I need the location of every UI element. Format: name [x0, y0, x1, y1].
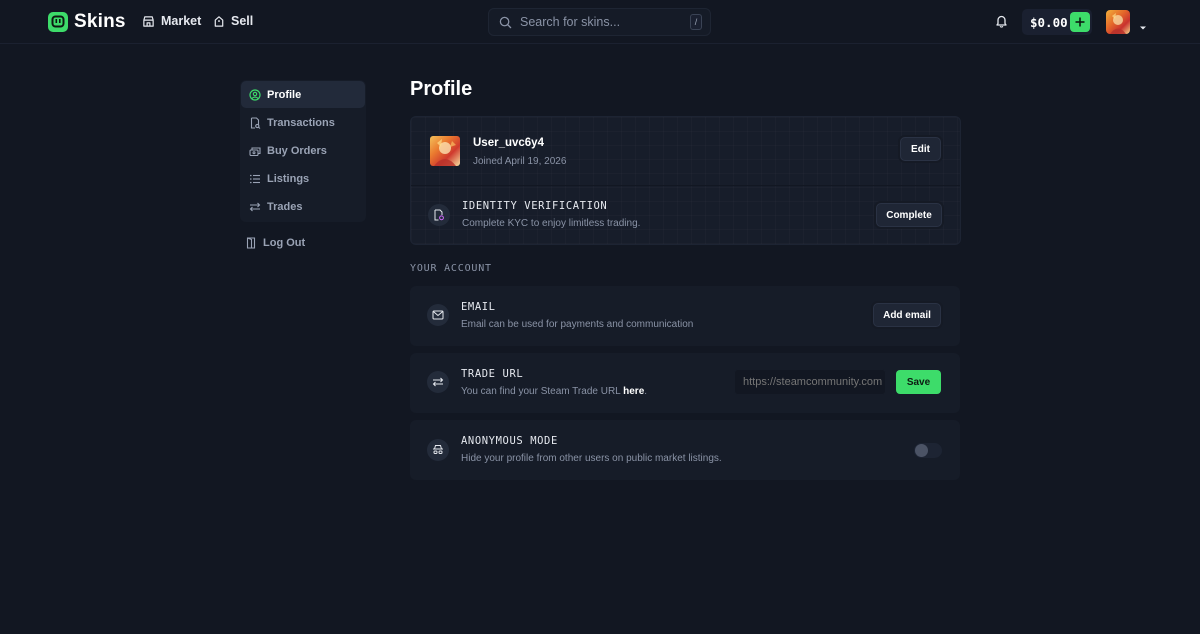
profile-avatar: [430, 136, 460, 166]
door-icon: [246, 237, 256, 249]
balance-amount: $0.00: [1030, 14, 1068, 30]
logout-label: Log Out: [263, 237, 306, 249]
joined-date: Joined April 19, 2026: [473, 156, 567, 167]
cash-icon: [249, 146, 261, 156]
trade-url-desc: You can find your Steam Trade URL here.: [461, 386, 648, 397]
toggle-knob: [915, 444, 928, 457]
identity-verification-desc: Complete KYC to enjoy limitless trading.: [462, 218, 641, 229]
username: User_uvc6y4: [473, 137, 544, 149]
list-icon: [250, 174, 260, 183]
receipt-icon: [250, 116, 261, 129]
page-title: Profile: [410, 78, 473, 100]
trade-url-title: TRADE URL: [461, 368, 524, 380]
sidebar-item-transactions[interactable]: Transactions: [241, 109, 365, 136]
add-funds-button[interactable]: [1070, 12, 1090, 32]
email-desc: Email can be used for payments and commu…: [461, 319, 694, 330]
sidebar-item-trades[interactable]: Trades: [241, 193, 365, 220]
email-title: EMAIL: [461, 301, 496, 313]
nav-sell-label: Sell: [231, 14, 254, 28]
logo-text: Skins: [74, 11, 126, 32]
anonymous-mode-desc: Hide your profile from other users on pu…: [461, 453, 722, 464]
save-trade-url-button[interactable]: Save: [896, 370, 941, 394]
settings-sidebar: Profile Transactions Buy Orders Listings…: [240, 80, 366, 222]
top-navigation-bar: Skins Market Sell / $0.00: [0, 0, 1200, 44]
sidebar-item-label: Listings: [267, 172, 310, 185]
sidebar-item-profile[interactable]: Profile: [241, 81, 365, 108]
logo[interactable]: Skins: [48, 11, 126, 33]
account-menu-chevron-icon[interactable]: [1139, 18, 1147, 36]
nav-sell[interactable]: Sell: [213, 14, 253, 28]
profile-card: User_uvc6y4 Joined April 19, 2026 Edit I…: [410, 116, 961, 245]
divider: [411, 185, 960, 186]
sidebar-item-buy-orders[interactable]: Buy Orders: [241, 137, 365, 164]
notifications-button[interactable]: [995, 14, 1008, 33]
sidebar-item-label: Buy Orders: [267, 144, 327, 157]
anonymous-mode-toggle[interactable]: [914, 443, 942, 458]
bell-icon: [996, 15, 1007, 28]
complete-kyc-button[interactable]: Complete: [876, 203, 942, 227]
nav-market[interactable]: Market: [142, 14, 201, 28]
logout-button[interactable]: Log Out: [246, 237, 305, 249]
logo-icon: [48, 12, 68, 32]
add-email-button[interactable]: Add email: [873, 303, 941, 327]
trade-url-card: TRADE URL You can find your Steam Trade …: [410, 353, 960, 413]
anonymous-mode-card: ANONYMOUS MODE Hide your profile from ot…: [410, 420, 960, 480]
nav-market-label: Market: [161, 14, 202, 28]
sidebar-item-listings[interactable]: Listings: [241, 165, 365, 192]
section-label-your-account: YOUR ACCOUNT: [410, 263, 492, 274]
trade-url-help-link[interactable]: here: [623, 386, 644, 397]
sidebar-item-label: Trades: [267, 200, 303, 213]
search-input[interactable]: [520, 15, 680, 29]
swap-icon: [427, 371, 449, 393]
incognito-icon: [427, 439, 449, 461]
store-icon: [143, 15, 154, 27]
anonymous-mode-title: ANONYMOUS MODE: [461, 435, 558, 447]
identity-verification-title: IDENTITY VERIFICATION: [462, 200, 608, 212]
user-avatar[interactable]: [1106, 10, 1130, 34]
user-circle-icon: [249, 88, 261, 101]
search-icon: [499, 16, 512, 28]
trade-url-input[interactable]: [734, 369, 886, 395]
id-verification-icon: [428, 204, 450, 226]
tag-icon: [214, 15, 224, 27]
plus-icon: [1075, 17, 1085, 27]
sidebar-item-label: Profile: [267, 88, 302, 101]
email-card: EMAIL Email can be used for payments and…: [410, 286, 960, 346]
swap-icon: [249, 202, 261, 211]
mail-icon: [427, 304, 449, 326]
balance-display: $0.00: [1022, 9, 1092, 35]
edit-profile-button[interactable]: Edit: [900, 137, 941, 161]
search-bar[interactable]: /: [488, 8, 711, 36]
search-shortcut-key: /: [690, 14, 702, 30]
sidebar-item-label: Transactions: [267, 116, 335, 129]
